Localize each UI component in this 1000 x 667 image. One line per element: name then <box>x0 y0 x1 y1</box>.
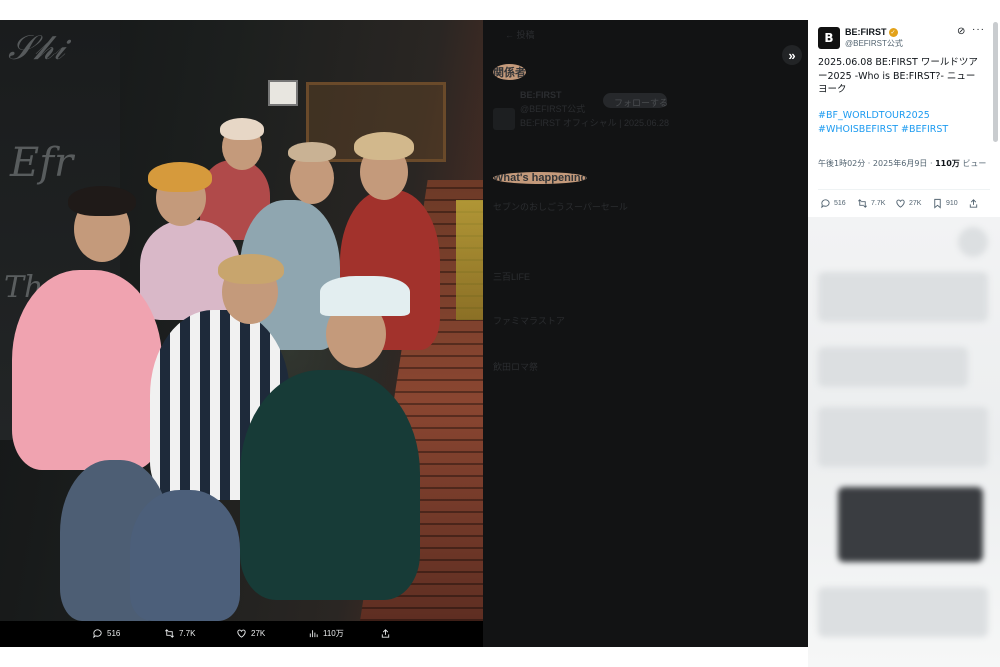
person-hair <box>220 118 264 140</box>
bottom-margin <box>0 647 808 667</box>
top-margin <box>0 0 1000 20</box>
ghost-trend: 三百LIFE <box>493 272 531 282</box>
viewer-like-count: 27K <box>251 629 266 638</box>
ghost-trend: 飲田ロマ祭 <box>493 362 539 372</box>
collapse-panel-button[interactable]: » <box>782 45 802 65</box>
person-cap <box>320 276 410 316</box>
blurred-reply <box>818 407 988 467</box>
verified-icon: ✓ <box>888 27 898 37</box>
ghost-account-handle: @BEFIRST公式 <box>520 104 586 114</box>
retweet-count: 7.7K <box>871 200 886 207</box>
divider <box>818 189 990 190</box>
tweet-panel: B BE:FIRST ✓ @BEFIRST公式 ⊘ ··· 2025.06.08… <box>808 20 1000 667</box>
reply-count: 516 <box>834 200 846 207</box>
graffiti-mark: Efr <box>10 140 74 186</box>
reply-button[interactable]: 516 <box>820 198 846 209</box>
viewer-views-count: 110万 <box>323 629 344 638</box>
viewer-retweet-button[interactable]: 7.7K <box>164 628 195 639</box>
views-icon <box>309 630 318 638</box>
person-cap <box>288 142 336 162</box>
neon-light <box>456 200 483 320</box>
scrollbar[interactable] <box>993 22 998 142</box>
blurred-replies <box>808 217 1000 667</box>
share-icon <box>381 629 390 638</box>
ghost-bio: BE:FIRST オフィシャル | 2025.06.28 <box>520 118 670 128</box>
like-button[interactable]: 27K <box>895 198 921 209</box>
graffiti-mark: 𝒮𝒽𝒾 <box>8 28 65 68</box>
person-hair <box>218 254 284 284</box>
author-name: BE:FIRST <box>845 27 887 37</box>
tweet-photo[interactable]: 𝒮𝒽𝒾 Efr The <box>0 20 483 621</box>
collapse-icon: » <box>788 47 796 63</box>
blurred-image <box>838 487 983 562</box>
tweet-meta: 午後1時02分 · 2025年6月9日 · 110万 ビュー <box>818 158 988 170</box>
viewer-reply-count: 516 <box>107 629 121 638</box>
avatar-glyph: B <box>824 31 834 45</box>
bookmark-count: 910 <box>946 200 958 207</box>
viewer-share-button[interactable] <box>380 628 391 639</box>
ghost-follow-label: フォローする <box>614 98 669 108</box>
ghost-related-header: 関係者 <box>493 64 526 80</box>
person-hair <box>354 132 414 160</box>
ghost-trend: セブンのおしごうスーパーセール <box>493 202 628 212</box>
ghost-account-name: BE:FIRST <box>520 90 562 100</box>
author-name-row[interactable]: BE:FIRST ✓ <box>845 27 898 37</box>
person-jeans <box>130 490 240 621</box>
blurred-reply <box>818 347 968 387</box>
like-icon <box>237 629 246 638</box>
viewer-like-button[interactable]: 27K <box>236 628 265 639</box>
tweet-text: 2025.06.08 BE:FIRST ワールドツアー2025 -Who is … <box>818 57 978 95</box>
more-icon[interactable]: ··· <box>972 24 985 35</box>
grok-icon[interactable]: ⊘ <box>957 26 965 37</box>
media-viewer: ← 投稿 関係者 BE:FIRST @BEFIRST公式 フォローする BE:F… <box>0 20 808 647</box>
viewer-views-button[interactable]: 110万 <box>308 628 344 639</box>
bookmark-icon <box>934 198 941 209</box>
share-button[interactable] <box>968 198 979 209</box>
person-hair <box>148 162 212 192</box>
exit-sign <box>268 80 298 106</box>
share-icon <box>969 199 978 208</box>
like-icon <box>896 199 905 208</box>
viewer-reply-button[interactable]: 516 <box>92 628 120 639</box>
ghost-trend: ファミマラストア <box>493 316 565 326</box>
bookmark-button[interactable]: 910 <box>932 198 958 209</box>
tweet-view-count: 110万 <box>935 159 960 168</box>
ghost-happening: What's happening <box>493 172 588 184</box>
person <box>240 370 420 600</box>
ghost-avatar <box>493 108 515 130</box>
ghost-back: ← 投稿 <box>505 30 535 40</box>
like-count: 27K <box>909 200 922 207</box>
blurred-reply <box>818 587 988 637</box>
person <box>12 270 162 470</box>
reply-icon <box>821 199 830 209</box>
viewer-retweet-count: 7.7K <box>179 629 196 638</box>
blurred-reply <box>818 272 988 322</box>
author-handle[interactable]: @BEFIRST公式 <box>845 38 903 49</box>
retweet-icon <box>165 629 174 638</box>
tweet-hashtags[interactable]: #BF_WORLDTOUR2025 #WHOISBEFIRST #BEFIRST <box>818 109 984 136</box>
avatar[interactable]: B <box>818 27 840 49</box>
tweet-timestamp[interactable]: 午後1時02分 · 2025年6月9日 · <box>818 159 935 168</box>
tweet-view-label: ビュー <box>959 159 987 168</box>
retweet-button[interactable]: 7.7K <box>857 198 885 209</box>
reply-icon <box>93 629 102 639</box>
person-hair <box>68 186 136 216</box>
retweet-icon <box>858 199 867 208</box>
blurred-avatar <box>958 227 988 257</box>
